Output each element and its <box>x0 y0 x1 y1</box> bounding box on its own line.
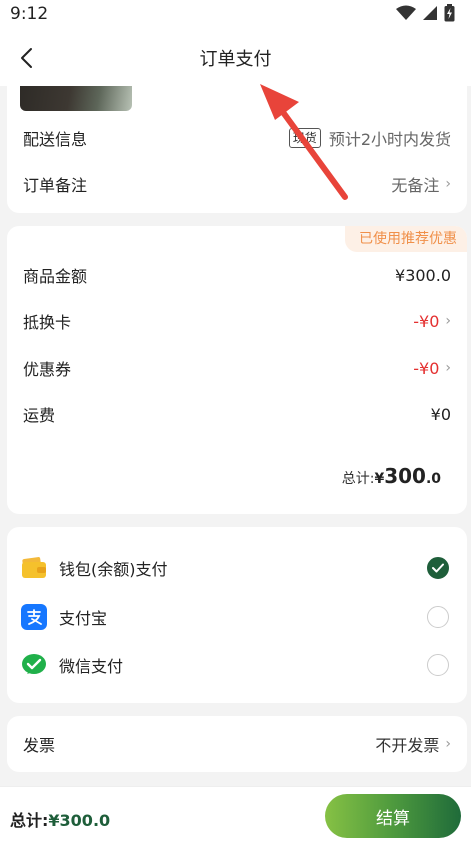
chevron-right-icon: › <box>445 313 451 329</box>
payment-option-alipay[interactable]: 支付宝 <box>21 603 449 631</box>
signal-icon <box>423 6 437 20</box>
shipping-card: 配送信息 现货 预计2小时内发货 订单备注 无备注 › <box>7 70 467 213</box>
payment-methods-card: 钱包(余额)支付 支付宝 微信支付 <box>7 527 467 703</box>
price-summary-card: 已使用推荐优惠 商品金额 ¥300.0 抵换卡 -¥0 › 优惠券 -¥0 › 运费… <box>7 226 467 514</box>
price-row-value: -¥0 <box>413 311 440 331</box>
check-icon <box>432 563 444 573</box>
bottom-total-amount: ¥300.0 <box>48 811 111 830</box>
price-row-label: 运费 <box>23 406 56 425</box>
invoice-row[interactable]: 发票 不开发票 › <box>23 732 451 756</box>
price-row-label: 优惠券 <box>23 360 72 379</box>
remark-label: 订单备注 <box>23 176 88 195</box>
invoice-value: 不开发票 <box>375 736 440 755</box>
bottom-total-label: 总计: <box>10 811 49 830</box>
price-row-value: ¥0 <box>430 404 451 424</box>
chevron-right-icon: › <box>445 176 451 192</box>
nav-bar: 订单支付 <box>0 30 471 86</box>
invoice-label: 发票 <box>23 736 56 755</box>
chevron-right-icon: › <box>445 736 451 752</box>
exchange-card-row[interactable]: 抵换卡 -¥0 › <box>23 309 451 333</box>
remark-value: 无备注 <box>391 176 440 195</box>
battery-icon <box>444 4 455 22</box>
status-icons <box>396 4 455 22</box>
payment-label: 支付宝 <box>59 609 108 628</box>
shipping-fee-row: 运费 ¥0 <box>23 402 451 426</box>
total-currency: ¥ <box>374 471 385 487</box>
chevron-right-icon: › <box>445 360 451 376</box>
invoice-card[interactable]: 发票 不开发票 › <box>7 716 467 772</box>
total-main: 300 <box>384 464 426 488</box>
delivery-info-row: 配送信息 现货 预计2小时内发货 <box>23 126 451 150</box>
bottom-checkout-bar: 总计:¥300.0 结算 <box>0 786 471 843</box>
total-decimal: .0 <box>425 471 441 487</box>
coupon-row[interactable]: 优惠券 -¥0 › <box>23 356 451 380</box>
checkout-button[interactable]: 结算 <box>325 794 461 838</box>
total-label: 总计: <box>341 471 375 487</box>
delivery-label: 配送信息 <box>23 130 88 149</box>
page-title: 订单支付 <box>199 49 272 70</box>
alipay-icon <box>21 604 47 630</box>
bottom-total: 总计:¥300.0 <box>10 807 110 831</box>
radio-unchecked[interactable] <box>427 606 449 628</box>
radio-unchecked[interactable] <box>427 654 449 676</box>
price-row-value: ¥300.0 <box>395 265 451 285</box>
radio-checked[interactable] <box>427 557 449 579</box>
payment-label: 钱包(余额)支付 <box>59 560 168 579</box>
wechat-icon <box>21 652 47 678</box>
payment-option-wechat[interactable]: 微信支付 <box>21 651 449 679</box>
goods-amount-row: 商品金额 ¥300.0 <box>23 263 451 287</box>
wifi-icon <box>396 5 416 20</box>
price-row-label: 商品金额 <box>23 267 88 286</box>
promo-badge: 已使用推荐优惠 <box>345 226 467 252</box>
price-row-label: 抵换卡 <box>23 313 72 332</box>
order-total: 总计: ¥ 300 .0 <box>342 464 441 488</box>
payment-option-wallet[interactable]: 钱包(余额)支付 <box>21 554 449 582</box>
payment-label: 微信支付 <box>59 657 124 676</box>
wallet-icon <box>21 555 47 581</box>
status-time: 9:12 <box>10 4 49 24</box>
order-remark-row[interactable]: 订单备注 无备注 › <box>23 172 451 196</box>
annotation-arrow-icon <box>260 84 348 200</box>
price-row-value: -¥0 <box>413 358 440 378</box>
status-bar: 9:12 <box>0 0 471 30</box>
